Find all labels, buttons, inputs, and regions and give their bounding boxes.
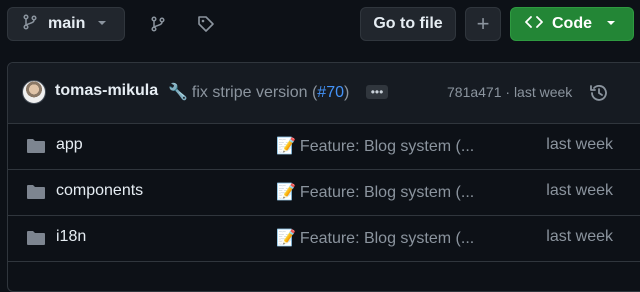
memo-icon: 📝: [276, 138, 296, 155]
expand-commit-button[interactable]: •••: [366, 85, 388, 99]
avatar[interactable]: [22, 80, 46, 104]
folder-icon: [26, 229, 46, 247]
folder-icon: [26, 137, 46, 155]
commit-message-suffix: ): [344, 84, 350, 101]
file-name[interactable]: components: [56, 182, 143, 200]
file-commit-text: Feature: Blog system (...: [299, 184, 475, 201]
memo-icon: 📝: [276, 230, 296, 247]
commit-author[interactable]: tomas-mikula: [55, 82, 158, 100]
wrench-icon: 🔧: [168, 84, 188, 101]
tag-icon[interactable]: [196, 14, 216, 34]
folder-icon: [26, 183, 46, 201]
file-commit-time: last week: [546, 228, 613, 245]
commit-message-prefix: fix stripe version (: [191, 84, 318, 101]
branch-label: main: [48, 15, 86, 32]
code-icon: [525, 15, 543, 34]
plus-icon: +: [476, 11, 490, 36]
file-commit-message[interactable]: 📝 Feature: Blog system (...: [276, 182, 476, 202]
file-commit-message[interactable]: 📝 Feature: Blog system (...: [276, 136, 476, 156]
branches-icon[interactable]: [148, 14, 168, 34]
commit-message[interactable]: 🔧 fix stripe version (#70): [168, 82, 349, 102]
go-to-file-button[interactable]: Go to file: [360, 7, 456, 41]
branch-select-button[interactable]: main: [7, 7, 125, 41]
file-commit-message[interactable]: 📝 Feature: Blog system (...: [276, 228, 476, 248]
memo-icon: 📝: [276, 184, 296, 201]
table-row[interactable]: components 📝 Feature: Blog system (... la…: [8, 169, 640, 216]
code-label: Code: [552, 15, 592, 32]
add-file-button[interactable]: +: [465, 7, 501, 41]
file-browser: tomas-mikula 🔧 fix stripe version (#70) •…: [7, 62, 640, 292]
file-commit-time: last week: [546, 136, 613, 153]
chevron-down-icon: [97, 15, 107, 33]
commit-sha-time[interactable]: 781a471 · last week: [447, 84, 572, 100]
file-commit-text: Feature: Blog system (...: [299, 230, 475, 247]
chevron-down-icon: [606, 15, 616, 33]
repo-toolbar: main Go to file + Code: [0, 0, 640, 50]
file-commit-time: last week: [546, 182, 613, 199]
file-name[interactable]: app: [56, 136, 83, 154]
branch-icon: [22, 13, 38, 35]
file-name[interactable]: i18n: [56, 228, 86, 246]
table-row[interactable]: app 📝 Feature: Blog system (... last week: [8, 123, 640, 170]
pr-link[interactable]: #70: [317, 84, 344, 101]
history-icon[interactable]: [588, 82, 610, 104]
file-commit-text: Feature: Blog system (...: [299, 138, 475, 155]
latest-commit-bar: tomas-mikula 🔧 fix stripe version (#70) •…: [8, 63, 640, 124]
code-button[interactable]: Code: [510, 7, 634, 41]
table-row[interactable]: i18n 📝 Feature: Blog system (... last wee…: [8, 215, 640, 262]
go-to-file-label: Go to file: [373, 15, 443, 32]
